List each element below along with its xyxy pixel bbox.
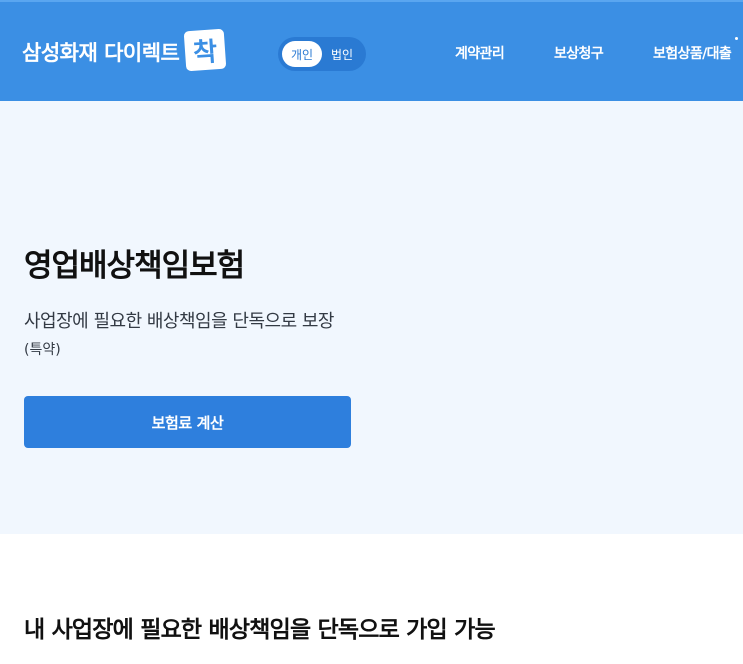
nav-claims[interactable]: 보상청구 xyxy=(554,43,604,63)
logo-text: 삼성화재 다이렉트 xyxy=(22,41,180,65)
nav-products-loans[interactable]: 보험상품/대출 xyxy=(653,43,732,63)
hero-note: (특약) xyxy=(24,342,61,358)
hero-subtitle: 사업장에 필요한 배상책임을 단독으로 보장 xyxy=(24,311,334,332)
toggle-personal[interactable]: 개인 xyxy=(282,41,322,67)
page-title: 영업배상책임보험 xyxy=(24,248,245,284)
brand-logo[interactable]: 삼성화재 다이렉트 착 xyxy=(22,28,227,72)
section-title: 내 사업장에 필요한 배상책임을 단독으로 가입 가능 xyxy=(24,617,496,643)
menu-indicator-dot xyxy=(735,37,738,40)
logo-badge-icon: 착 xyxy=(184,28,227,72)
top-header: 삼성화재 다이렉트 착 개인 법인 계약관리 보상청구 보험상품/대출 xyxy=(0,0,743,101)
premium-calculate-button[interactable]: 보험료 계산 xyxy=(24,396,351,448)
hero-section: 영업배상책임보험 사업장에 필요한 배상책임을 단독으로 보장 (특약) 보험료… xyxy=(0,101,743,534)
nav-contract-management[interactable]: 계약관리 xyxy=(455,43,505,63)
customer-type-toggle: 개인 법인 xyxy=(278,37,366,71)
toggle-corporate[interactable]: 법인 xyxy=(322,41,362,67)
